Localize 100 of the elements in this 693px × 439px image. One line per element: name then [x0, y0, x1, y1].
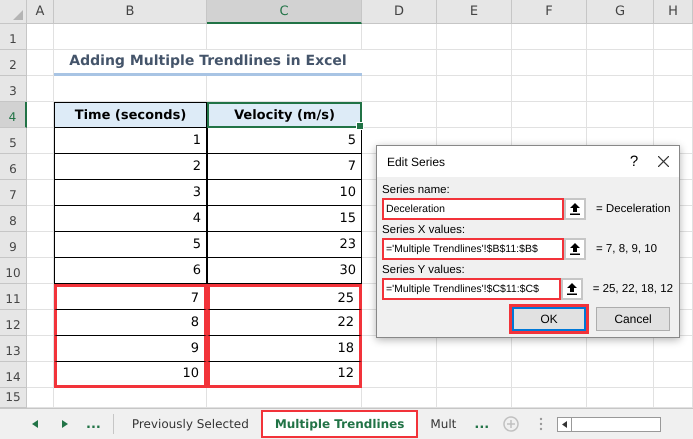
- fill-handle[interactable]: [356, 122, 364, 130]
- column-header[interactable]: B: [54, 0, 207, 24]
- close-icon[interactable]: [658, 156, 669, 167]
- empty-cell[interactable]: [362, 76, 437, 102]
- row-header[interactable]: 10: [0, 258, 27, 284]
- help-button[interactable]: ?: [620, 153, 648, 170]
- table-cell: 15: [207, 206, 362, 232]
- table-cell: 5: [54, 232, 207, 258]
- field-result: = 7, 8, 9, 10: [596, 243, 658, 255]
- table-header-cell: Velocity (m/s): [207, 102, 362, 128]
- collapse-dialog-button[interactable]: [564, 198, 586, 220]
- row-header[interactable]: 15: [0, 388, 27, 408]
- collapse-dialog-button[interactable]: [561, 278, 583, 300]
- input-field[interactable]: ='Multiple Trendlines'!$B$11:$B$: [382, 238, 564, 260]
- row-header[interactable]: 4: [0, 102, 27, 128]
- table-cell: 9: [54, 336, 207, 362]
- row-header[interactable]: 3: [0, 76, 27, 102]
- table-cell: 4: [54, 206, 207, 232]
- column-header[interactable]: C: [207, 0, 362, 24]
- column-header[interactable]: E: [437, 0, 512, 24]
- field-label: Series Y values:: [382, 263, 466, 277]
- table-cell: 7: [207, 154, 362, 180]
- row-header[interactable]: 2: [0, 50, 27, 76]
- dialog-button[interactable]: OK: [512, 307, 586, 331]
- column-header[interactable]: H: [654, 0, 693, 24]
- row-header[interactable]: 14: [0, 362, 27, 388]
- row-header[interactable]: 7: [0, 180, 27, 206]
- upload-arrow-icon: [570, 203, 580, 215]
- empty-cell[interactable]: [587, 362, 654, 388]
- empty-cell[interactable]: [587, 24, 654, 50]
- field-label: Series X values:: [382, 223, 466, 237]
- empty-cell[interactable]: [512, 362, 587, 388]
- empty-cell[interactable]: [437, 362, 512, 388]
- empty-cell[interactable]: [587, 76, 654, 102]
- triangle-left-icon: [32, 420, 38, 428]
- input-field[interactable]: Deceleration: [382, 198, 564, 220]
- row-header[interactable]: 12: [0, 310, 27, 336]
- empty-cell[interactable]: [654, 50, 693, 76]
- row-header[interactable]: 9: [0, 232, 27, 258]
- table-cell: 10: [54, 362, 207, 388]
- horizontal-scrollbar[interactable]: [557, 416, 662, 432]
- empty-cell[interactable]: [362, 362, 437, 388]
- empty-cell[interactable]: [654, 362, 693, 388]
- table-cell: 5: [207, 128, 362, 154]
- table-cell: 1: [54, 128, 207, 154]
- empty-cell[interactable]: [512, 102, 587, 128]
- table-cell: 25: [207, 284, 362, 310]
- table-cell: 3: [54, 180, 207, 206]
- sheet-tab[interactable]: Multiple Trendlines: [260, 410, 418, 438]
- row-header[interactable]: 5: [0, 128, 27, 154]
- empty-cell[interactable]: [362, 24, 437, 50]
- empty-cell[interactable]: [437, 76, 512, 102]
- more-tabs[interactable]: ...: [468, 416, 496, 432]
- empty-cell[interactable]: [654, 24, 693, 50]
- add-sheet-icon[interactable]: [503, 416, 520, 432]
- row-header[interactable]: 6: [0, 154, 27, 180]
- upload-arrow-icon: [570, 243, 580, 255]
- row-header[interactable]: 8: [0, 206, 27, 232]
- triangle-icon: [13, 10, 23, 20]
- collapse-dialog-button[interactable]: [564, 238, 586, 260]
- table-cell: 30: [207, 258, 362, 284]
- more-tabs[interactable]: ...: [80, 416, 107, 432]
- table-cell: 6: [54, 258, 207, 284]
- table-cell: 10: [207, 180, 362, 206]
- column-header[interactable]: A: [27, 0, 54, 24]
- empty-cell[interactable]: [587, 50, 654, 76]
- empty-cell[interactable]: [512, 76, 587, 102]
- table-cell: 18: [207, 336, 362, 362]
- input-field[interactable]: ='Multiple Trendlines'!$C$11:$C$: [382, 278, 562, 300]
- row-header[interactable]: 13: [0, 336, 27, 362]
- empty-cell[interactable]: [54, 24, 207, 50]
- empty-cell[interactable]: [512, 24, 587, 50]
- upload-arrow-icon: [566, 283, 577, 295]
- empty-cell[interactable]: [362, 50, 437, 76]
- dialog-button[interactable]: Cancel: [596, 307, 670, 331]
- sheet-tab[interactable]: Previously Selected: [120, 410, 261, 438]
- empty-cell[interactable]: [207, 24, 362, 50]
- table-header-cell: Time (seconds): [54, 102, 207, 128]
- empty-cell[interactable]: [654, 102, 693, 128]
- sheet-title: Adding Multiple Trendlines in Excel: [54, 50, 362, 76]
- column-header[interactable]: G: [587, 0, 654, 24]
- row-header[interactable]: 1: [0, 24, 27, 50]
- field-label: Series name:: [382, 183, 451, 197]
- splitter-icon[interactable]: [539, 417, 544, 431]
- select-all-corner[interactable]: [0, 0, 27, 24]
- empty-cell[interactable]: [437, 50, 512, 76]
- empty-cell[interactable]: [587, 102, 654, 128]
- table-cell: 2: [54, 154, 207, 180]
- empty-cell[interactable]: [437, 102, 512, 128]
- triangle-left-icon: [562, 420, 568, 428]
- column-header[interactable]: F: [512, 0, 587, 24]
- sheet-tab[interactable]: Mult: [418, 410, 468, 438]
- column-header[interactable]: D: [362, 0, 437, 24]
- dialog-title: Edit Series: [387, 154, 446, 168]
- empty-cell[interactable]: [437, 24, 512, 50]
- row-header[interactable]: 11: [0, 284, 27, 310]
- empty-cell[interactable]: [512, 50, 587, 76]
- table-cell: 7: [54, 284, 207, 310]
- empty-cell[interactable]: [654, 76, 693, 102]
- table-cell: 8: [54, 310, 207, 336]
